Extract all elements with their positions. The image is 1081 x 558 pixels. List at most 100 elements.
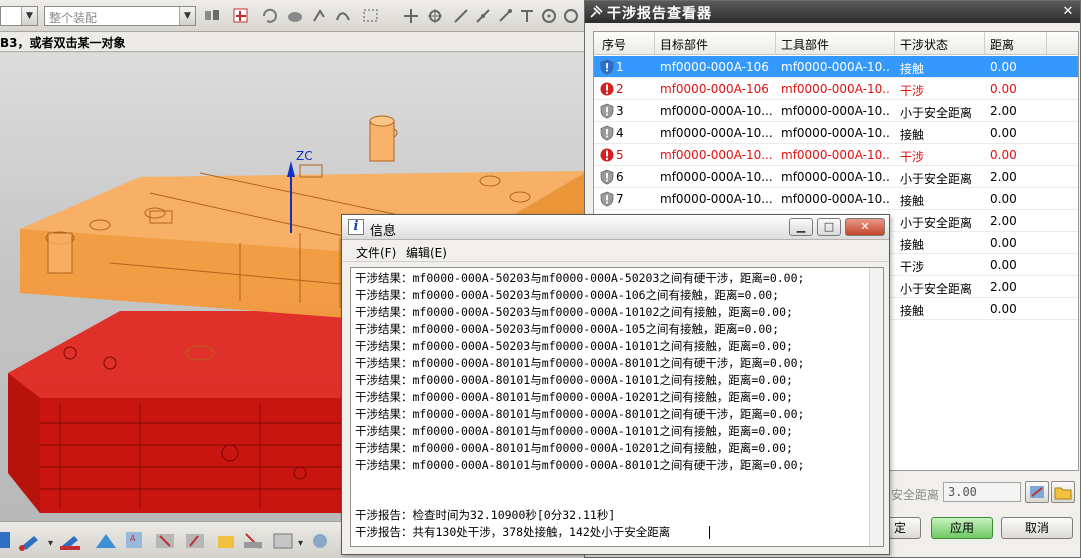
grid-snap-icon[interactable] <box>426 7 444 25</box>
control-point-icon[interactable] <box>496 7 514 25</box>
assembly-toolbar: ▾ A ▾ <box>0 521 345 558</box>
distance-value: 0.00 <box>990 236 1017 250</box>
table-row[interactable]: 4 mf0000-000A-10... mf0000-000A-10... 接触 0.0… <box>594 122 1078 144</box>
distance-value: 0.00 <box>990 148 1017 162</box>
tool-part: mf0000-000A-10... <box>781 148 891 162</box>
interference-result-line: 干涉结果：mf0000-000A-80101与mf0000-000A-80101… <box>355 458 805 472</box>
interference-status: 干涉 <box>900 84 925 98</box>
quadrant-icon[interactable] <box>562 7 580 25</box>
main-toolbar: ▼ 整个装配 ▼ <box>0 0 585 32</box>
pin-icon[interactable] <box>589 5 603 19</box>
chevron-down-icon[interactable]: ▼ <box>21 7 37 25</box>
vertical-scrollbar[interactable] <box>869 268 883 546</box>
table-row[interactable]: 7 mf0000-000A-10... mf0000-000A-10... 接触 0.0… <box>594 188 1078 210</box>
text-caret <box>709 526 710 539</box>
target-part: mf0000-000A-10... <box>660 192 772 206</box>
target-part: mf0000-000A-10... <box>660 126 772 140</box>
viewer-title: 干涉报告查看器 <box>607 6 712 22</box>
column-header-tool[interactable]: 工具部件 <box>781 36 829 53</box>
menu-edit[interactable]: 编辑(E) <box>406 244 447 261</box>
close-icon[interactable]: ✕ <box>845 218 885 236</box>
cue-line-text: B3，或者双击某一对象 <box>0 36 126 50</box>
settings-icon <box>1030 486 1044 498</box>
interference-status: 接触 <box>900 238 925 252</box>
maximize-icon[interactable]: □ <box>817 218 841 236</box>
menu-file[interactable]: 文件(F) <box>356 244 396 261</box>
distance-value: 2.00 <box>990 170 1017 184</box>
open-folder-button[interactable] <box>1051 481 1075 503</box>
assembly-toolbar-icons[interactable]: ▾ A ▾ <box>0 532 327 551</box>
tool-part: mf0000-000A-10... <box>781 82 891 96</box>
table-row[interactable]: 6 mf0000-000A-10... mf0000-000A-10... 小于安全距… <box>594 166 1078 188</box>
assembly-filter-icon[interactable] <box>203 7 221 25</box>
close-icon[interactable]: ✕ <box>1060 4 1076 20</box>
rectangle-select-icon[interactable] <box>362 7 380 25</box>
column-header-status[interactable]: 干涉状态 <box>900 36 948 53</box>
distance-value: 0.00 <box>990 82 1017 96</box>
selection-scope-combo[interactable]: 整个装配 ▼ <box>44 6 196 26</box>
svg-text:▾: ▾ <box>298 538 303 549</box>
row-index: 6 <box>616 170 624 184</box>
tool-part: mf0000-000A-10... <box>781 104 891 118</box>
interference-status: 接触 <box>900 128 925 142</box>
interference-result-line: 干涉结果：mf0000-000A-80101与mf0000-000A-80101… <box>355 407 805 421</box>
table-row[interactable]: 3 mf0000-000A-10... mf0000-000A-10... 小于安全距… <box>594 100 1078 122</box>
interference-result-line: 干涉结果：mf0000-000A-50203与mf0000-000A-10101… <box>355 339 793 353</box>
clash-error-icon <box>600 148 614 162</box>
shield-selected-icon <box>600 59 614 75</box>
midpoint-snap-icon[interactable] <box>474 7 492 25</box>
snap-point-icon[interactable] <box>232 7 250 25</box>
cue-line: B3，或者双击某一对象 <box>0 32 585 52</box>
distance-value: 2.00 <box>990 214 1017 228</box>
column-header-index[interactable]: 序号 <box>602 36 626 53</box>
tool-part: mf0000-000A-10... <box>781 60 891 74</box>
interference-result-line: 干涉结果：mf0000-000A-80101与mf0000-000A-10101… <box>355 424 793 438</box>
information-window: i 信息 ▁ □ ✕ 文件(F) 编辑(E) 干涉结果：mf0000-000A-… <box>341 214 890 555</box>
tool-part: mf0000-000A-10... <box>781 126 891 140</box>
zc-axis-label: ZC <box>296 149 313 163</box>
type-filter-combo[interactable]: ▼ <box>0 6 38 26</box>
minimize-icon[interactable]: ▁ <box>789 218 813 236</box>
interference-status: 干涉 <box>900 150 925 164</box>
interference-status: 干涉 <box>900 260 925 274</box>
interference-result-line: 干涉结果：mf0000-000A-80101与mf0000-000A-10201… <box>355 441 793 455</box>
interference-result-line: 干涉结果：mf0000-000A-80101与mf0000-000A-10101… <box>355 373 793 387</box>
row-index: 2 <box>616 82 624 96</box>
report-settings-button[interactable] <box>1025 481 1049 503</box>
info-icon: i <box>348 219 364 235</box>
interference-result-line: 干涉结果：mf0000-000A-80101与mf0000-000A-80101… <box>355 356 805 370</box>
interference-result-line: 干涉结果：mf0000-000A-50203与mf0000-000A-106之间… <box>355 288 780 302</box>
arc-center-icon[interactable] <box>540 7 558 25</box>
interference-status: 接触 <box>900 194 925 208</box>
undo-icon[interactable] <box>260 7 278 25</box>
interference-result-line: 干涉结果：mf0000-000A-50203与mf0000-000A-105之间… <box>355 322 780 336</box>
chevron-down-icon[interactable]: ▼ <box>179 7 195 25</box>
info-title-bar[interactable]: i 信息 ▁ □ ✕ <box>342 215 889 240</box>
svg-text:A: A <box>130 534 136 543</box>
shaded-body-icon[interactable] <box>286 7 304 25</box>
info-text-area[interactable]: 干涉结果：mf0000-000A-50203与mf0000-000A-50203… <box>350 267 884 547</box>
row-index: 1 <box>616 60 624 74</box>
viewer-title-bar[interactable]: 干涉报告查看器 ✕ <box>585 1 1080 23</box>
column-header-distance[interactable]: 距离 <box>990 36 1014 53</box>
apply-button[interactable]: 应用 <box>931 517 993 539</box>
shield-warning-icon <box>600 191 614 207</box>
target-part: mf0000-000A-10... <box>660 148 772 162</box>
safe-distance-input[interactable]: 3.00 <box>943 482 1021 502</box>
table-row[interactable]: 5 mf0000-000A-10... mf0000-000A-10... 干涉 0.0… <box>594 144 1078 166</box>
table-row[interactable]: 1 mf0000-000A-106 mf0000-000A-10... 接触 0.00 <box>594 56 1078 78</box>
move-snap-icon[interactable] <box>402 7 420 25</box>
distance-value: 0.00 <box>990 60 1017 74</box>
column-header-target[interactable]: 目标部件 <box>660 36 708 53</box>
target-part: mf0000-000A-10... <box>660 104 772 118</box>
report-time-line: 干涉报告：检查时间为32.10900秒[0分32.11秒] <box>355 508 616 522</box>
info-title: 信息 <box>370 224 397 239</box>
intersection-icon[interactable] <box>518 7 536 25</box>
cancel-button[interactable]: 取消 <box>1001 517 1073 539</box>
feature-icon[interactable] <box>310 7 328 25</box>
line-snap-icon[interactable] <box>452 7 470 25</box>
curve-icon[interactable] <box>334 7 352 25</box>
shield-warning-icon <box>600 169 614 185</box>
info-menubar: 文件(F) 编辑(E) <box>342 240 889 262</box>
table-row[interactable]: 2 mf0000-000A-106 mf0000-000A-10... 干涉 0.00 <box>594 78 1078 100</box>
